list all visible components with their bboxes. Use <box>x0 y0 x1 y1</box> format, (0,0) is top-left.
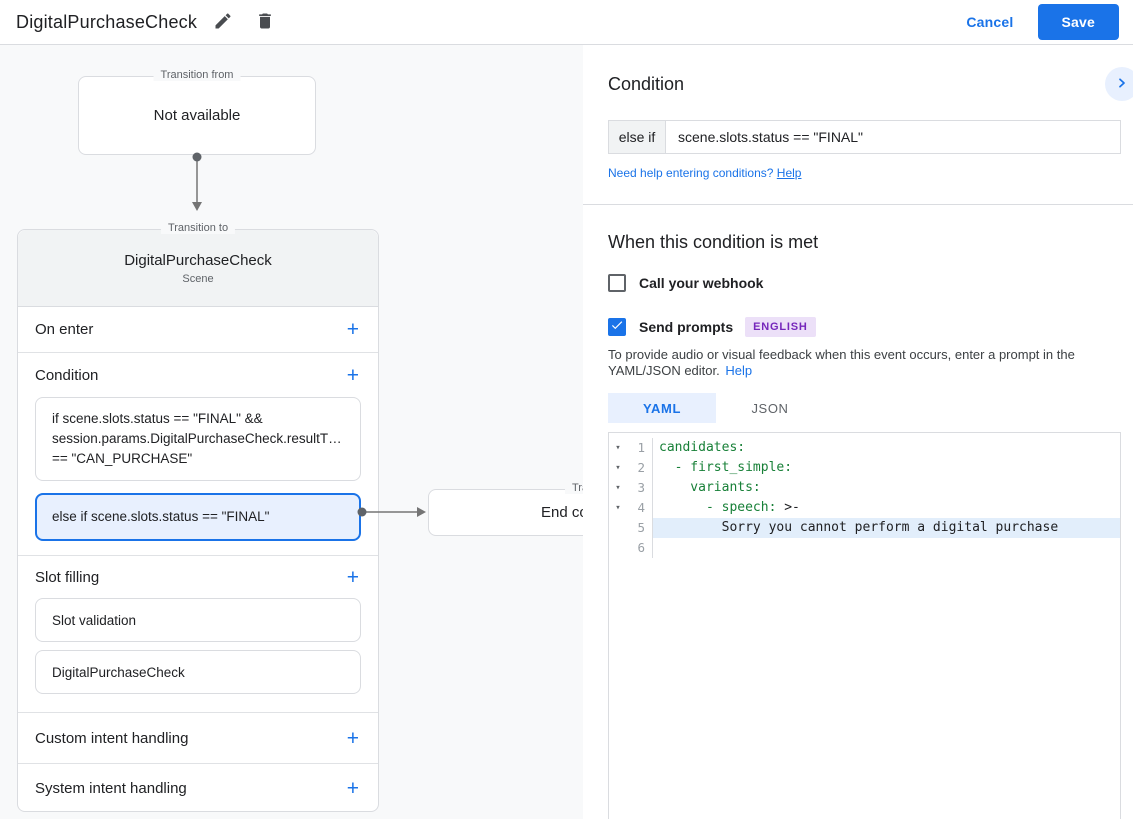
transition-from-node: Transition from Not available <box>78 69 316 155</box>
end-node-legend: Transition to <box>565 482 583 494</box>
condition-if-item[interactable]: if scene.slots.status == "FINAL" && sess… <box>35 397 361 481</box>
transition-to-legend: Transition to <box>160 222 236 234</box>
code-line: 6 <box>609 538 1120 558</box>
chevron-right-icon <box>1114 75 1130 94</box>
line-number: 3 <box>627 478 653 498</box>
scene-card[interactable]: Transition to DigitalPurchaseCheck Scene… <box>17 222 379 812</box>
custom-intent-label: Custom intent handling <box>35 729 189 747</box>
call-webhook-label: Call your webhook <box>639 275 764 291</box>
add-condition-button[interactable]: + <box>345 365 361 386</box>
section-condition: Condition + if scene.slots.status == "FI… <box>18 353 378 556</box>
scene-name: DigitalPurchaseCheck <box>124 251 272 269</box>
call-webhook-checkbox[interactable] <box>608 274 626 292</box>
end-conversation-node[interactable]: Transition to End conversation <box>428 482 583 536</box>
transition-from-legend: Transition from <box>153 69 241 81</box>
send-prompts-checkbox[interactable] <box>608 318 626 336</box>
slot-filling-label: Slot filling <box>35 568 100 586</box>
code-text: - first_simple: <box>659 460 793 475</box>
hint-help-link[interactable]: Help <box>725 363 752 378</box>
condition-elseif-item[interactable]: else if scene.slots.status == "FINAL" <box>35 493 361 541</box>
line-number: 2 <box>627 458 653 478</box>
scene-card-header: DigitalPurchaseCheck Scene <box>18 230 378 307</box>
scene-diagram-canvas[interactable]: Transition from Not available Transition… <box>0 45 583 819</box>
prompts-option-row: Send prompts ENGLISH <box>608 316 1121 338</box>
code-line: ▾ 3 variants: <box>609 478 1120 498</box>
fold-toggle-icon[interactable]: ▾ <box>609 498 627 518</box>
when-condition-heading: When this condition is met <box>608 232 819 252</box>
condition-type-selector[interactable]: else if <box>609 121 666 153</box>
send-prompts-label: Send prompts <box>639 319 734 335</box>
slot-digitalpurchasecheck-item[interactable]: DigitalPurchaseCheck <box>35 650 361 694</box>
condition-help-link[interactable]: Help <box>777 166 802 180</box>
prompts-hint: To provide audio or visual feedback when… <box>608 347 1113 379</box>
language-badge: ENGLISH <box>745 317 816 337</box>
edit-button[interactable] <box>207 6 239 38</box>
cancel-button[interactable]: Cancel <box>966 14 1013 30</box>
transition-from-value: Not available <box>153 107 241 124</box>
tab-yaml[interactable]: YAML <box>608 393 716 423</box>
fold-toggle-icon[interactable]: ▾ <box>609 438 627 458</box>
condition-expression-input[interactable] <box>666 121 1120 153</box>
save-button[interactable]: Save <box>1037 4 1119 40</box>
scene-type: Scene <box>182 272 214 285</box>
section-system-intent: System intent handling + <box>18 764 378 812</box>
checkmark-icon <box>610 318 624 337</box>
trash-icon <box>255 11 275 34</box>
line-number: 6 <box>627 538 653 558</box>
fold-toggle-icon[interactable]: ▾ <box>609 478 627 498</box>
add-on-enter-button[interactable]: + <box>345 319 361 340</box>
code-text: - speech: <box>659 500 777 515</box>
code-text: candidates: <box>659 440 746 455</box>
condition-help-line: Need help entering conditions? Help <box>608 165 1121 181</box>
collapse-panel-button[interactable] <box>1105 67 1133 101</box>
condition-label: Condition <box>35 366 99 384</box>
on-enter-label: On enter <box>35 321 94 338</box>
end-node-value: End conversation <box>541 504 583 521</box>
topbar: DigitalPurchaseCheck Cancel Save <box>0 0 1133 45</box>
section-on-enter: On enter + <box>18 307 378 353</box>
fold-toggle-icon[interactable]: ▾ <box>609 458 627 478</box>
line-number: 1 <box>627 438 653 458</box>
pencil-icon <box>213 11 233 34</box>
code-line: ▾ 2 - first_simple: <box>609 458 1120 478</box>
add-slot-button[interactable]: + <box>345 567 361 588</box>
tab-json[interactable]: JSON <box>716 393 824 423</box>
panel-title: Condition <box>608 74 685 94</box>
code-text: variants: <box>659 480 761 495</box>
condition-input-row: else if <box>608 120 1121 154</box>
add-system-intent-button[interactable]: + <box>345 778 361 799</box>
system-intent-label: System intent handling <box>35 779 187 797</box>
panel-divider <box>583 204 1133 205</box>
section-custom-intent: Custom intent handling + <box>18 713 378 764</box>
section-slot-filling: Slot filling + Slot validation DigitalPu… <box>18 556 378 713</box>
hint-text: To provide audio or visual feedback when… <box>608 347 1075 378</box>
page-title: DigitalPurchaseCheck <box>16 11 198 32</box>
add-custom-intent-button[interactable]: + <box>345 728 361 749</box>
code-line: ▾ 1 candidates: <box>609 438 1120 458</box>
yaml-code-editor[interactable]: ▾ 1 candidates: ▾ 2 - first_simple: ▾ 3 … <box>608 432 1121 819</box>
editor-tabs: YAML JSON <box>608 393 1121 423</box>
code-line: ▾ 4 - speech: >- <box>609 498 1120 518</box>
slot-validation-item[interactable]: Slot validation <box>35 598 361 642</box>
help-text: Need help entering conditions? <box>608 166 774 180</box>
code-line-highlighted: 5 Sorry you cannot perform a digital pur… <box>609 518 1120 538</box>
line-number: 4 <box>627 498 653 518</box>
condition-editor-panel: Condition else if Need help entering con… <box>583 45 1133 819</box>
line-number: 5 <box>627 518 653 538</box>
webhook-option-row: Call your webhook <box>608 272 1121 294</box>
delete-button[interactable] <box>249 6 281 38</box>
